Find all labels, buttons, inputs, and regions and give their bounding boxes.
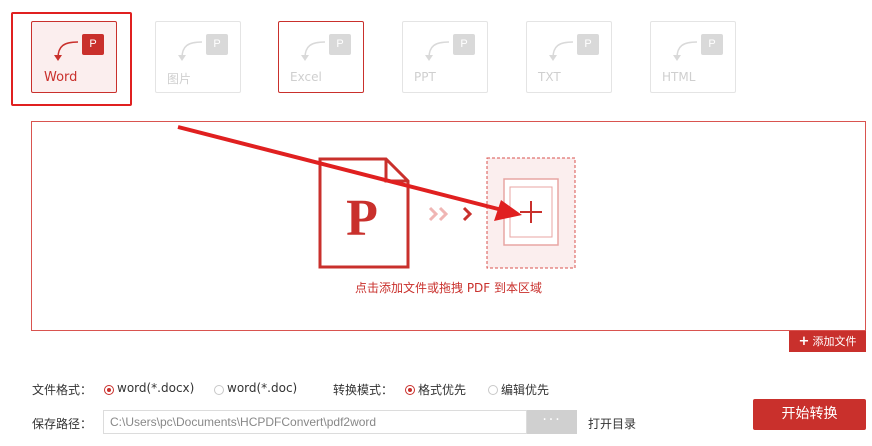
radio-docx-label[interactable]: word(*.docx)	[117, 381, 194, 395]
browse-button[interactable]: ···	[527, 410, 577, 434]
radio-edit-first[interactable]	[488, 385, 498, 395]
save-path-input[interactable]: C:\Users\pc\Documents\HCPDFConvert\pdf2w…	[103, 410, 527, 434]
open-directory-link[interactable]: 打开目录	[588, 415, 636, 432]
start-convert-button[interactable]: 开始转换	[753, 399, 866, 430]
convert-mode-label: 转换模式：	[333, 383, 394, 397]
drop-hint: 点击添加文件或拖拽 PDF 到本区域	[355, 281, 543, 295]
radio-format-first-label[interactable]: 格式优先	[418, 381, 466, 398]
radio-format-first[interactable]	[405, 385, 415, 395]
radio-edit-first-label[interactable]: 编辑优先	[501, 381, 549, 398]
annotation-arrow-icon	[177, 125, 522, 221]
plus-icon: +	[798, 334, 810, 349]
radio-docx[interactable]	[104, 385, 114, 395]
file-format-label: 文件格式：	[32, 383, 93, 397]
add-file-button[interactable]: + 添加文件	[789, 331, 866, 352]
radio-doc[interactable]	[214, 385, 224, 395]
radio-doc-label[interactable]: word(*.doc)	[227, 381, 297, 395]
save-path-label: 保存路径：	[32, 417, 93, 431]
add-file-label: 添加文件	[812, 335, 857, 348]
